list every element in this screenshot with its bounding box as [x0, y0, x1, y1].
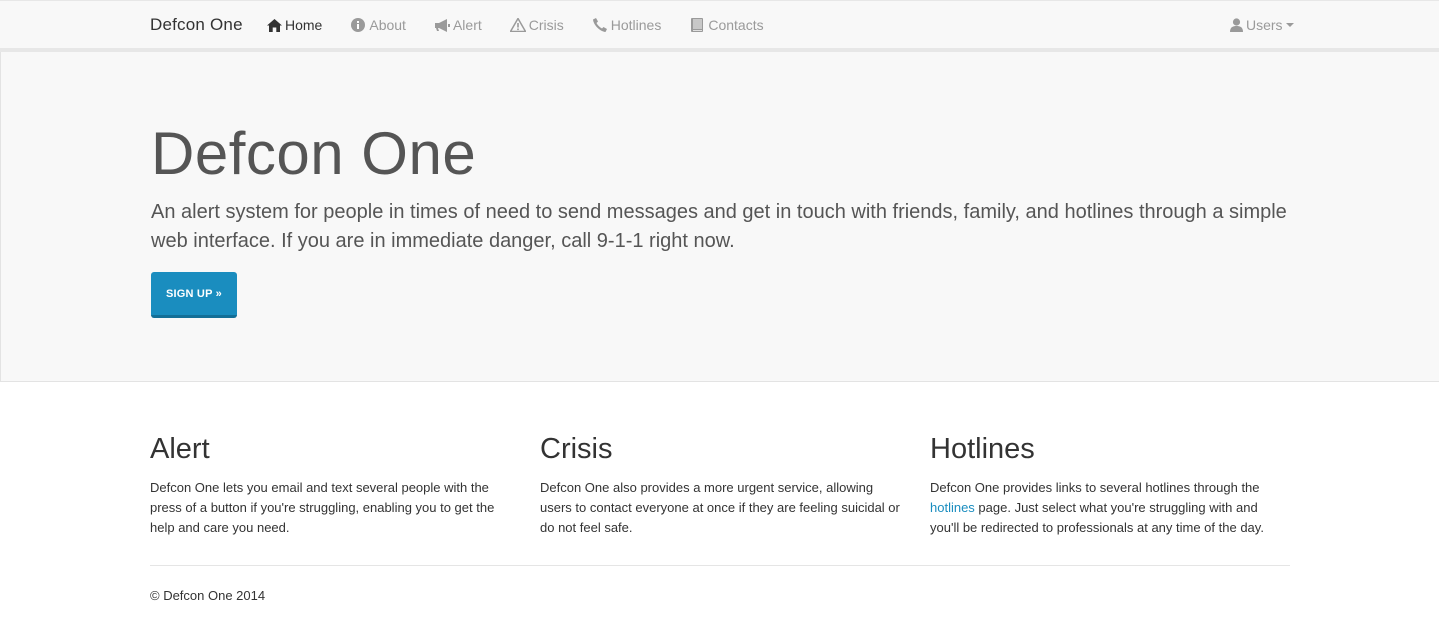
- user-icon: [1230, 18, 1243, 32]
- feature-hotlines-body-before: Defcon One provides links to several hot…: [930, 480, 1260, 495]
- hero-title: Defcon One: [151, 120, 477, 187]
- nav-item-hotlines[interactable]: Hotlines: [592, 1, 662, 49]
- nav-label-contacts: Contacts: [708, 17, 764, 33]
- feature-crisis-heading: Crisis: [540, 433, 613, 465]
- nav-item-contacts[interactable]: Contacts: [689, 1, 764, 49]
- nav-label-home: Home: [285, 17, 323, 33]
- brand-link[interactable]: Defcon One: [150, 15, 243, 35]
- main-nav: Home About Alert Crisis Hotlines Contact…: [266, 1, 792, 49]
- nav-label-alert: Alert: [452, 17, 482, 33]
- home-icon: [266, 17, 282, 33]
- footer-copyright: © Defcon One 2014: [150, 588, 266, 603]
- nav-label-about: About: [369, 17, 406, 33]
- hero-jumbotron: Defcon One An alert system for people in…: [0, 52, 1439, 382]
- info-circle-icon: [350, 17, 366, 33]
- users-dropdown-label: Users: [1246, 17, 1283, 33]
- feature-hotlines-heading: Hotlines: [930, 433, 1035, 465]
- warning-icon: [509, 17, 526, 33]
- feature-hotlines-body: Defcon One provides links to several hot…: [930, 478, 1290, 538]
- nav-item-about[interactable]: About: [350, 1, 406, 49]
- phone-icon: [592, 17, 608, 33]
- feature-hotlines: Hotlines Defcon One provides links to se…: [930, 432, 1290, 538]
- book-icon: [689, 17, 705, 33]
- feature-crisis-body: Defcon One also provides a more urgent s…: [540, 480, 900, 535]
- nav-label-crisis: Crisis: [528, 17, 564, 33]
- nav-label-hotlines: Hotlines: [610, 17, 662, 33]
- feature-hotlines-body-after: page. Just select what you're struggling…: [930, 500, 1264, 535]
- hero-lead-text: An alert system for people in times of n…: [151, 201, 1287, 252]
- sign-up-button[interactable]: SIGN UP »: [151, 272, 237, 318]
- nav-item-home[interactable]: Home: [266, 1, 322, 49]
- navbar: Defcon One Home About Alert Crisis Hotli…: [0, 0, 1439, 52]
- users-dropdown[interactable]: Users: [1230, 1, 1294, 49]
- feature-alert-body: Defcon One lets you email and text sever…: [150, 480, 495, 535]
- footer-divider: [150, 565, 1290, 566]
- caret-down-icon: [1285, 23, 1294, 27]
- feature-alert-heading: Alert: [150, 433, 210, 465]
- nav-item-alert[interactable]: Alert: [434, 1, 482, 49]
- feature-crisis: Crisis Defcon One also provides a more u…: [540, 432, 900, 538]
- hotlines-link[interactable]: hotlines: [930, 500, 975, 515]
- bullhorn-icon: [434, 17, 450, 33]
- feature-alert: Alert Defcon One lets you email and text…: [150, 432, 510, 538]
- nav-item-crisis[interactable]: Crisis: [509, 1, 564, 49]
